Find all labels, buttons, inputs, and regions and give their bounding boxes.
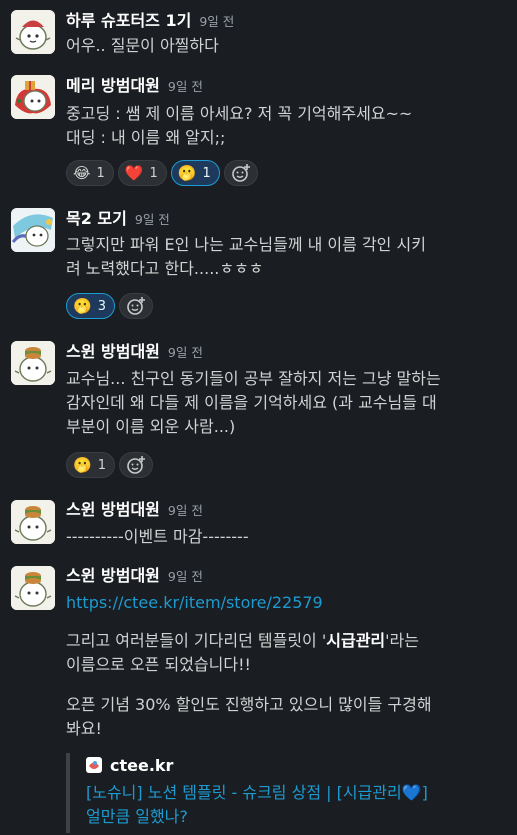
- link-preview: ctee.kr [노슈니] 노션 템플릿 - 슈크림 상점 | [시급관리💙] …: [66, 753, 496, 833]
- add-emoji-icon: [127, 456, 145, 474]
- reaction-hand-over-mouth[interactable]: 🫢 3: [66, 293, 115, 319]
- reaction-count: 1: [97, 457, 106, 473]
- reactions-bar: 🫢 3: [66, 293, 153, 319]
- reaction-count: 1: [149, 165, 158, 181]
- message-text: 그렇지만 파워 E인 나는 교수님들께 내 이름 각인 시키 려 노력했다고 한…: [66, 235, 426, 278]
- timestamp[interactable]: 9일 전: [168, 569, 203, 584]
- avatar[interactable]: [11, 500, 55, 544]
- heart-emoji-icon: ❤️: [124, 163, 144, 182]
- author-name[interactable]: 스윈 방범대원 9일 전: [66, 342, 203, 363]
- message-text: 어우.. 질문이 아찔하다: [66, 36, 219, 55]
- laughing-emoji-icon: 😂: [73, 163, 91, 182]
- add-emoji-icon: [127, 297, 145, 315]
- preview-title-link[interactable]: [노슈니] 노션 템플릿 - 슈크림 상점 | [시급관리💙] 얼만큼 일했나?: [86, 781, 496, 829]
- reaction-heart[interactable]: ❤️ 1: [117, 160, 167, 186]
- reaction-count: 1: [202, 165, 211, 181]
- message-text: 교수님... 친구인 동기들이 공부 잘하지 저는 그냥 말하는 감자인데 왜 …: [66, 369, 441, 436]
- avatar[interactable]: [11, 75, 55, 119]
- avatar[interactable]: [11, 10, 55, 54]
- hand-over-mouth-emoji-icon: 🫢: [177, 163, 197, 182]
- favicon-icon: [86, 757, 102, 773]
- reaction-hand-over-mouth[interactable]: 🫢 1: [66, 452, 115, 478]
- reaction-hand-over-mouth[interactable]: 🫢 1: [170, 160, 220, 186]
- avatar[interactable]: [11, 566, 55, 610]
- add-reaction-button[interactable]: [223, 160, 258, 186]
- add-reaction-button[interactable]: [118, 293, 153, 319]
- add-reaction-button[interactable]: [118, 452, 153, 478]
- timestamp[interactable]: 9일 전: [168, 79, 203, 94]
- message-text: 오픈 기념 30% 할인도 진행하고 있으니 많이들 구경해 봐요!: [66, 695, 432, 738]
- timestamp[interactable]: 9일 전: [168, 503, 203, 518]
- add-emoji-icon: [231, 164, 250, 182]
- store-link[interactable]: https://ctee.kr/item/store/22579: [66, 593, 323, 612]
- timestamp[interactable]: 9일 전: [168, 345, 203, 360]
- message-text: 그리고 여러분들이 기다리던 템플릿이 '시급관리'라는 이름으로 오픈 되었습…: [66, 631, 419, 674]
- author-name[interactable]: 목2 모기 9일 전: [66, 209, 170, 230]
- reaction-count: 1: [96, 165, 105, 181]
- avatar[interactable]: [11, 341, 55, 385]
- avatar[interactable]: [11, 208, 55, 252]
- reaction-count: 3: [97, 298, 106, 314]
- message-text: ----------이벤트 마감--------: [66, 527, 249, 546]
- author-name[interactable]: 스윈 방범대원 9일 전: [66, 500, 203, 521]
- message-text: https://ctee.kr/item/store/22579: [66, 591, 506, 615]
- hand-over-mouth-emoji-icon: 🫢: [73, 296, 92, 315]
- timestamp[interactable]: 9일 전: [135, 212, 170, 227]
- preview-site: ctee.kr: [86, 753, 496, 777]
- hand-over-mouth-emoji-icon: 🫢: [73, 455, 92, 474]
- timestamp[interactable]: 9일 전: [199, 14, 234, 29]
- reactions-bar: 😂 1 ❤️ 1 🫢 1: [66, 160, 258, 186]
- reaction-laugh[interactable]: 😂 1: [66, 160, 114, 186]
- author-name[interactable]: 하루 슈포터즈 1기 9일 전: [66, 11, 234, 32]
- message-text: 중고딩 : 쌤 제 이름 아세요? 저 꼭 기억해주세요~~ 대딩 : 내 이름…: [66, 104, 413, 147]
- author-name[interactable]: 스윈 방범대원 9일 전: [66, 566, 203, 587]
- reactions-bar: 🫢 1: [66, 452, 153, 478]
- author-name[interactable]: 메리 방범대원 9일 전: [66, 76, 203, 97]
